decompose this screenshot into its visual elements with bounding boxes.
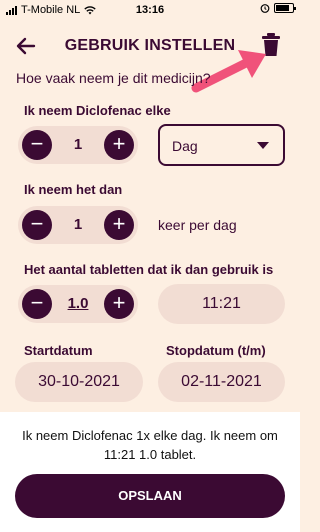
frequency-label: Ik neem Diclofenac elke [24, 103, 171, 118]
frequency-unit-value: Dag [172, 138, 198, 154]
start-date-label: Startdatum [24, 343, 93, 358]
tablets-label: Het aantal tabletten dat ik dan gebruik … [24, 262, 274, 277]
frequency-value: 1 [73, 136, 83, 153]
start-date-picker[interactable]: 30-10-2021 [15, 362, 143, 402]
frequency-increment-button[interactable]: + [104, 130, 134, 160]
footer: Ik neem Diclofenac 1x elke dag. Ik neem … [0, 412, 300, 532]
save-button[interactable]: OPSLAAN [15, 474, 285, 518]
frequency-decrement-button[interactable]: − [22, 130, 52, 160]
frequency-stepper: − 1 + [18, 126, 138, 164]
times-per-day-value: 1 [73, 216, 83, 233]
times-per-day-label: Ik neem het dan [24, 182, 123, 197]
alarm-icon [260, 4, 270, 13]
times-decrement-button[interactable]: − [22, 210, 52, 240]
summary-text: Ik neem Diclofenac 1x elke dag. Ik neem … [22, 428, 278, 462]
battery-icon [274, 3, 296, 13]
tablets-stepper: − 1.0 + [18, 285, 138, 323]
question-text: Hoe vaak neem je dit medicijn? [16, 70, 211, 86]
tablets-increment-button[interactable]: + [104, 289, 134, 319]
status-time: 13:16 [135, 4, 165, 16]
stop-date-label: Stopdatum (t/m) [166, 343, 266, 358]
times-per-day-suffix: keer per dag [158, 217, 237, 233]
tablets-value[interactable]: 1.0 [52, 295, 104, 312]
times-per-day-stepper: − 1 + [18, 206, 138, 244]
status-right [260, 3, 296, 13]
times-increment-button[interactable]: + [104, 210, 134, 240]
frequency-unit-select[interactable]: Dag [158, 124, 285, 166]
stop-date-picker[interactable]: 02-11-2021 [158, 362, 285, 402]
status-bar: T-Mobile NL 13:16 [0, 0, 300, 20]
tablets-decrement-button[interactable]: − [22, 289, 52, 319]
time-picker[interactable]: 11:21 [158, 284, 285, 324]
caret-down-icon [257, 142, 269, 149]
